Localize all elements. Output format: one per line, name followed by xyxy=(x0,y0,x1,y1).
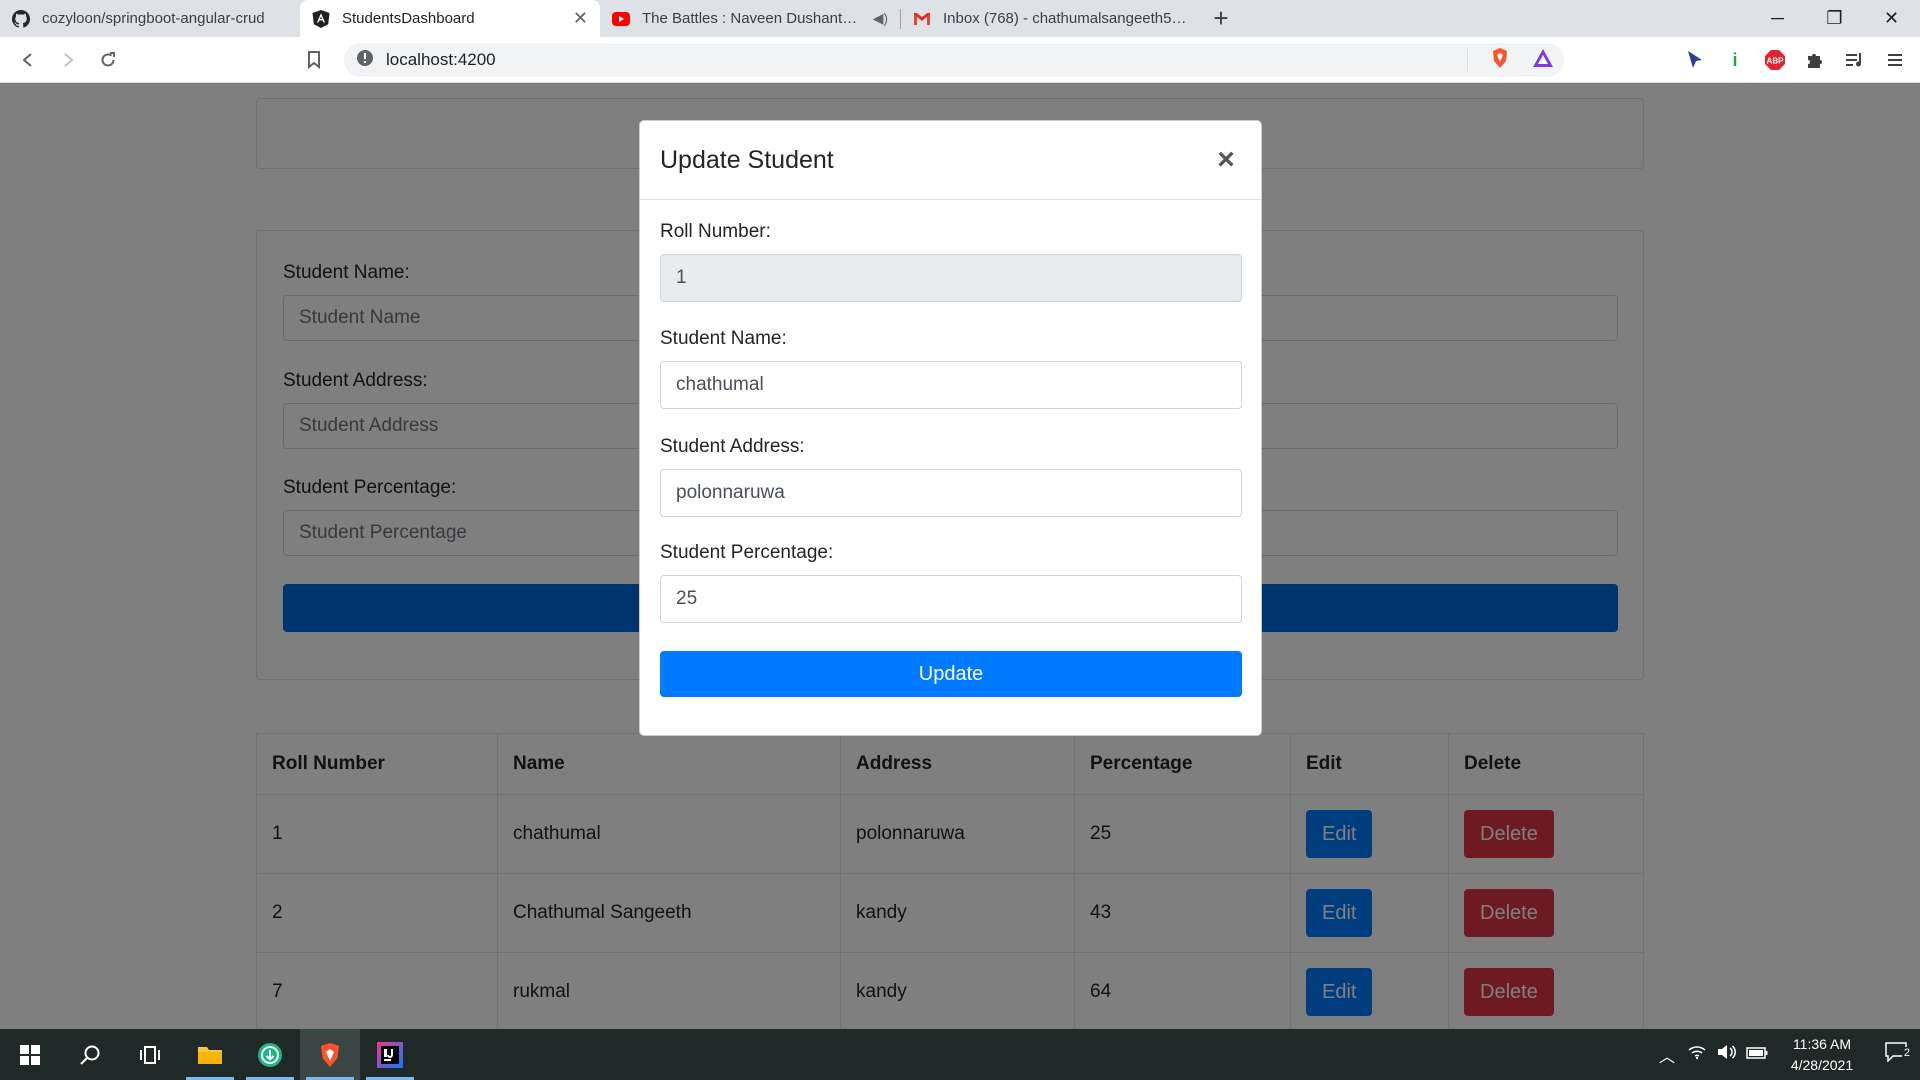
youtube-icon xyxy=(612,10,630,28)
task-view-icon[interactable] xyxy=(120,1029,180,1080)
battery-icon[interactable] xyxy=(1742,1046,1772,1064)
search-icon[interactable] xyxy=(60,1029,120,1080)
menu-icon[interactable] xyxy=(1884,49,1906,71)
omnibox-actions xyxy=(1467,43,1554,77)
github-icon xyxy=(12,9,30,28)
info-icon[interactable] xyxy=(356,49,374,72)
show-hidden-icons-icon[interactable]: ︿ xyxy=(1652,1043,1682,1067)
forward-icon[interactable] xyxy=(48,40,88,80)
modal-header: Update Student × xyxy=(640,121,1261,200)
notifications-icon[interactable]: 2 xyxy=(1872,1042,1920,1067)
browser-toolbar: localhost:4200 i ABP xyxy=(0,37,1920,83)
minimize-icon[interactable]: ─ xyxy=(1749,0,1806,37)
close-window-icon[interactable]: ✕ xyxy=(1863,0,1920,37)
cloud-download-app-icon[interactable] xyxy=(240,1029,300,1080)
brave-shields-icon[interactable] xyxy=(1490,47,1510,74)
angular-icon xyxy=(312,9,330,28)
reload-icon[interactable] xyxy=(88,40,128,80)
roll-number-label: Roll Number: xyxy=(660,221,771,242)
intellij-idea-icon[interactable] xyxy=(360,1029,420,1080)
tab-gmail[interactable]: Inbox (768) - chathumalsangeeth5@g xyxy=(901,0,1201,37)
volume-icon[interactable] xyxy=(1712,1044,1742,1065)
brave-rewards-icon[interactable] xyxy=(1532,48,1554,73)
bookmark-icon[interactable] xyxy=(294,40,334,80)
close-icon[interactable]: × xyxy=(1211,143,1241,177)
wifi-icon[interactable] xyxy=(1682,1044,1712,1065)
clock[interactable]: 11:36 AM 4/28/2021 xyxy=(1772,1034,1872,1076)
audio-muted-icon[interactable]: ◀) xyxy=(873,10,888,27)
tab-students-dashboard[interactable]: StudentsDashboard ✕ xyxy=(300,0,600,37)
window-controls: ─ ❐ ✕ xyxy=(1749,0,1920,37)
student-address-label: Student Address: xyxy=(660,436,805,457)
tab-youtube[interactable]: The Battles : Naveen Dushantha V ◀) xyxy=(600,0,900,37)
address-bar[interactable]: localhost:4200 xyxy=(344,43,1564,77)
tab-title: The Battles : Naveen Dushantha V xyxy=(642,10,865,27)
info-extension-icon[interactable]: i xyxy=(1724,49,1746,71)
tab-title: cozyloon/springboot-angular-crud xyxy=(42,10,265,27)
date-text: 4/28/2021 xyxy=(1790,1056,1854,1073)
student-name-label: Student Name: xyxy=(660,328,787,349)
extensions-puzzle-icon[interactable] xyxy=(1804,49,1826,71)
update-student-modal: Update Student × Roll Number: Student Na… xyxy=(639,120,1262,736)
student-address-field[interactable] xyxy=(660,469,1242,517)
file-explorer-icon[interactable] xyxy=(180,1029,240,1080)
browser-tab-strip: cozyloon/springboot-angular-crud Student… xyxy=(0,0,1920,37)
divider xyxy=(1467,49,1468,71)
roll-number-field[interactable] xyxy=(660,254,1242,302)
page-content: Students Dashboard Student Name: Student… xyxy=(0,83,1920,1029)
extensions-area: i ABP xyxy=(1684,37,1906,83)
tab-title: Inbox (768) - chathumalsangeeth5@g xyxy=(943,10,1189,27)
system-tray: ︿ 11:36 AM 4/28/2021 2 xyxy=(1652,1029,1920,1080)
media-controls-icon[interactable] xyxy=(1844,49,1866,71)
gmail-icon xyxy=(913,10,931,28)
notification-count-badge: 2 xyxy=(1901,1047,1912,1059)
brave-browser-icon[interactable] xyxy=(300,1029,360,1080)
windows-start-icon[interactable] xyxy=(0,1029,60,1080)
cursor-extension-icon[interactable] xyxy=(1684,49,1706,71)
tab-title: StudentsDashboard xyxy=(342,10,475,27)
url-text: localhost:4200 xyxy=(386,50,496,69)
student-percentage-field[interactable] xyxy=(660,575,1242,623)
modal-title: Update Student xyxy=(660,145,834,174)
update-button[interactable]: Update xyxy=(660,651,1242,697)
svg-text:ABP: ABP xyxy=(1767,57,1785,66)
back-icon[interactable] xyxy=(8,40,48,80)
student-name-field[interactable] xyxy=(660,361,1242,409)
tab-github[interactable]: cozyloon/springboot-angular-crud xyxy=(0,0,300,37)
windows-taskbar: ︿ 11:36 AM 4/28/2021 2 xyxy=(0,1029,1920,1080)
adblock-icon[interactable]: ABP xyxy=(1764,49,1786,71)
close-tab-icon[interactable]: ✕ xyxy=(573,8,588,29)
student-percentage-label: Student Percentage: xyxy=(660,542,834,563)
time-text: 11:36 AM xyxy=(1792,1035,1852,1052)
new-tab-button[interactable]: + xyxy=(1201,0,1241,37)
restore-icon[interactable]: ❐ xyxy=(1806,0,1863,37)
